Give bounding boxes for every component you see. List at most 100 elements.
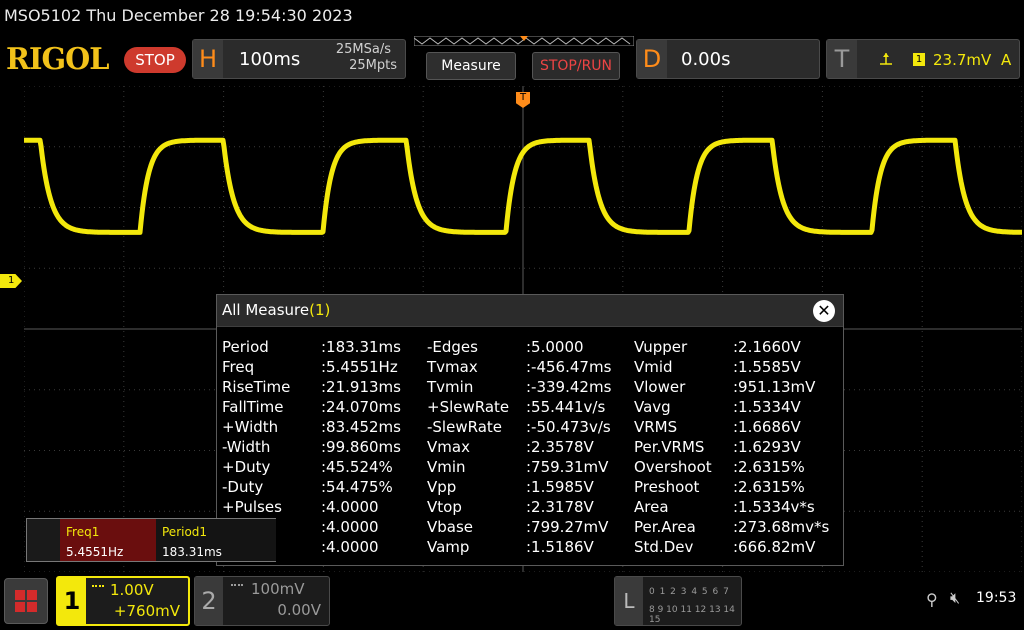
measure-source-count: (1)	[309, 301, 331, 319]
menu-grid-cell	[15, 602, 25, 612]
measure-value: :666.82mV	[733, 538, 816, 556]
memory-position-strip	[414, 36, 634, 46]
trigger-panel[interactable]: T 1 23.7mV A	[826, 39, 1020, 79]
ch1-panel[interactable]: 1 1.00V +760mV	[56, 576, 190, 626]
measure-value: :2.1660V	[733, 338, 801, 356]
top-bar: RIGOL STOP H 100ms 25MSa/s 25Mpts Measur…	[0, 34, 1024, 86]
measure-row: +Pulses:4.0000	[222, 497, 379, 517]
all-measure-dialog: All Measure(1) ✕ Period:183.31ms Freq:5.4…	[216, 294, 844, 566]
measure-name: Per.VRMS	[634, 438, 705, 456]
trigger-level: 23.7mV	[933, 51, 992, 69]
bottom-bar: 1 1.00V +760mV 2 100mV 0.00V L 0 1 2 3 4…	[0, 572, 1024, 630]
quick-measure-period[interactable]: Period1 183.31ms	[156, 519, 276, 561]
dc-coupling-icon	[92, 585, 104, 588]
ch2-number: 2	[195, 577, 223, 625]
measure-value: :2.3178V	[526, 498, 594, 516]
measure-value: :183.31ms	[321, 338, 401, 356]
measure-name: Vmid	[634, 358, 673, 376]
measure-name: FallTime	[222, 398, 284, 416]
delay-panel[interactable]: D 0.00s	[636, 39, 820, 79]
measure-row: Tvmin:-339.42ms	[427, 377, 611, 397]
quick-measure-freq[interactable]: Freq1 5.4551Hz	[60, 519, 156, 561]
measure-name: +Pulses	[222, 498, 282, 516]
measure-value: :2.6315%	[733, 478, 805, 496]
measure-name: Vtop	[427, 498, 462, 516]
memory-depth: 25Mpts	[349, 58, 397, 73]
measure-value: :1.5334v*s	[733, 498, 815, 516]
measure-value: :4.0000	[321, 538, 379, 556]
measure-row: Preshoot :2.6315%	[634, 477, 805, 497]
measure-name: Vamp	[427, 538, 470, 556]
measure-row: Std.Dev :666.82mV	[634, 537, 815, 557]
measure-row: Per.VRMS:1.6293V	[634, 437, 801, 457]
measure-name: -SlewRate	[427, 418, 502, 436]
measure-column-3: Vupper:2.1660V Vmid:1.5585V Vlower:951.13m…	[634, 337, 829, 557]
ch1-scale: 1.00V	[110, 581, 154, 599]
menu-grid-cell	[27, 602, 37, 612]
logic-analyzer-panel[interactable]: L 0 1 2 3 4 5 6 7 8 9 10 11 12 13 14 15	[614, 576, 742, 626]
measure-name: -Width	[222, 438, 271, 456]
measure-value: :99.860ms	[321, 438, 401, 456]
measure-row: Vupper:2.1660V	[634, 337, 801, 357]
measure-row: Per.Area:273.68mv*s	[634, 517, 829, 537]
measure-name: Period	[222, 338, 269, 356]
measure-name: Std.Dev	[634, 538, 694, 556]
measure-row: Area :1.5334v*s	[634, 497, 815, 517]
stop-run-button[interactable]: STOP/RUN	[532, 52, 620, 80]
trigger-source: 1	[913, 53, 925, 66]
measure-row: Vmin:759.31mV	[427, 457, 608, 477]
measure-row: VRMS:1.6686V	[634, 417, 801, 437]
ch1-offset-marker[interactable]: 1	[0, 274, 22, 288]
measure-value: :24.070ms	[321, 398, 401, 416]
quick-measure-panel[interactable]: Freq1 5.4551Hz Period1 183.31ms	[26, 518, 276, 562]
speaker-muted-icon[interactable]: 🔇︎	[950, 588, 960, 608]
dc-coupling-icon	[231, 584, 243, 587]
logic-channels-row-1: 0 1 2 3 4 5 6 7	[649, 587, 730, 597]
measure-value: :1.5985V	[526, 478, 594, 496]
system-clock: 19:53	[976, 590, 1017, 606]
delay-tag: D	[637, 40, 667, 78]
measure-value: :1.5186V	[526, 538, 594, 556]
measure-value: :-50.473v/s	[526, 418, 611, 436]
measure-row: FallTime :24.070ms	[222, 397, 401, 417]
measure-row: Vmax:2.3578V	[427, 437, 594, 457]
close-icon[interactable]: ✕	[813, 300, 835, 322]
measure-name: +SlewRate	[427, 398, 510, 416]
measure-row: -SlewRate :-50.473v/s	[427, 417, 611, 437]
measure-row: Vbase:799.27mV	[427, 517, 608, 537]
measure-value: :83.452ms	[321, 418, 401, 436]
measure-row: Freq:5.4551Hz	[222, 357, 398, 377]
measure-name: Vlower	[634, 378, 686, 396]
measure-button[interactable]: Measure	[426, 52, 516, 80]
measure-row: +Width:83.452ms	[222, 417, 401, 437]
measure-name: -Duty	[222, 478, 264, 496]
main-menu-button[interactable]	[4, 578, 48, 624]
usb-icon: ⚲	[926, 590, 938, 609]
measure-value: :1.6686V	[733, 418, 801, 436]
measure-value: :55.441v/s	[526, 398, 606, 416]
trigger-coupling: A	[1001, 51, 1012, 69]
title-text: MSO5102 Thu December 28 19:54:30 2023	[4, 6, 353, 25]
measure-name: Area	[634, 498, 669, 516]
trigger-edge-icon	[880, 53, 892, 65]
menu-grid-icon	[15, 590, 25, 600]
title-bar: MSO5102 Thu December 28 19:54:30 2023	[0, 0, 1024, 34]
ch2-panel[interactable]: 2 100mV 0.00V	[194, 576, 330, 626]
period-value: 183.31ms	[162, 545, 222, 559]
measure-column-2: -Edges:5.0000 Tvmax:-456.47ms Tvmin:-339.4…	[427, 337, 611, 557]
run-state-badge[interactable]: STOP	[124, 47, 186, 73]
horizontal-tag: H	[193, 40, 223, 78]
measure-row: -Edges:5.0000	[427, 337, 584, 357]
logic-channels-row-2: 8 9 10 11 12 13 14 15	[649, 605, 735, 625]
measure-name: Preshoot	[634, 478, 700, 496]
horizontal-panel[interactable]: H 100ms 25MSa/s 25Mpts	[192, 39, 406, 79]
measure-name: +Duty	[222, 458, 271, 476]
measure-row: +SlewRate :55.441v/s	[427, 397, 605, 417]
measure-name: Tvmax	[427, 358, 478, 376]
trigger-tag: T	[827, 40, 857, 78]
period-label: Period1	[162, 525, 208, 539]
measure-value: :4.0000	[321, 518, 379, 536]
measure-value: :45.524%	[321, 458, 393, 476]
measure-value: :1.5585V	[733, 358, 801, 376]
measure-value: :5.4551Hz	[321, 358, 398, 376]
